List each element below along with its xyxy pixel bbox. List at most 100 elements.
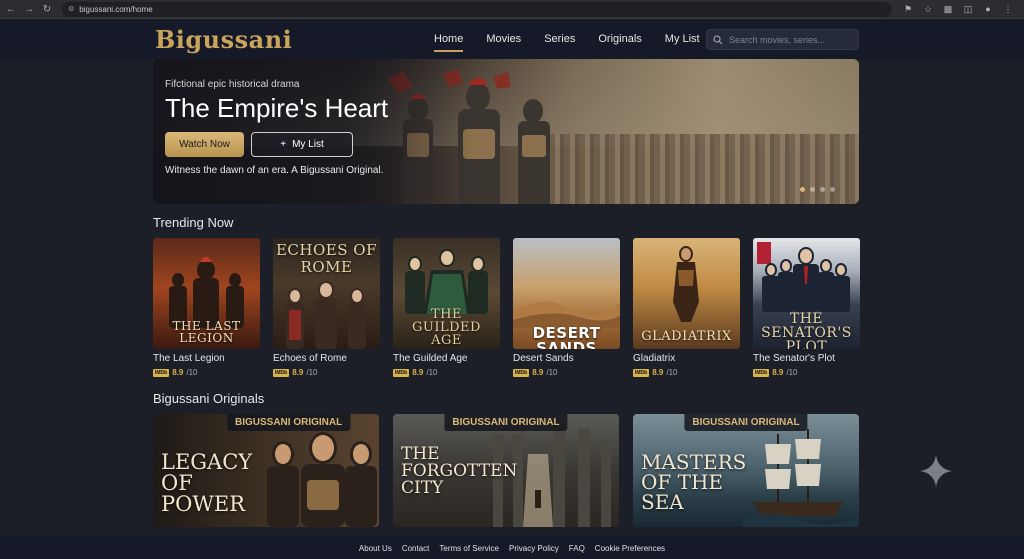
rating-score: 8.9	[292, 368, 304, 377]
watch-now-button[interactable]: Watch Now	[165, 132, 244, 157]
carousel-dot[interactable]	[800, 187, 805, 192]
movie-name[interactable]: Gladiatrix	[633, 353, 675, 364]
rating: IMDb 8.9/10	[273, 368, 317, 377]
address-bar[interactable]: ⚙ bigussani.com/home	[62, 1, 892, 17]
poster-title: THE GUILDED AGE	[412, 307, 481, 348]
hero-title: The Empire's Heart	[165, 93, 389, 123]
extensions-icon[interactable]: ▩	[942, 3, 954, 15]
hero-tagline: Witness the dawn of an era. A Bigussani …	[165, 165, 384, 176]
original-badge: BIGUSSANI ORIGINAL	[226, 414, 351, 431]
poster-art	[513, 301, 620, 328]
footer-link-cookies[interactable]: Cookie Preferences	[595, 544, 665, 553]
footer-link-privacy[interactable]: Privacy Policy	[509, 544, 559, 553]
rating-scale: /10	[426, 368, 438, 377]
original-card[interactable]: BIGUSSANI ORIGINAL LEGACY OF POWER	[153, 414, 379, 527]
movie-name[interactable]: The Senator's Plot	[753, 353, 835, 364]
hero-carousel-dots	[800, 187, 835, 192]
carousel-dot[interactable]	[810, 187, 815, 192]
poster-title: MASTERS OF THE SEA	[641, 450, 747, 514]
poster-art	[757, 242, 850, 312]
poster-art	[286, 281, 366, 349]
imdb-badge: IMDb	[153, 368, 170, 377]
original-card[interactable]: BIGUSSANI ORIGINAL THE FORGOTTEN CITY	[393, 414, 619, 527]
my-list-label: My List	[292, 139, 324, 150]
poster-title: GLADIATRIX	[641, 329, 732, 344]
poster-art	[169, 257, 244, 328]
sparkle-icon	[920, 455, 952, 487]
reload-icon[interactable]: ↻	[40, 2, 54, 16]
nav-series[interactable]: Series	[544, 33, 575, 52]
poster-title: LEGACY OF POWER	[161, 450, 253, 516]
rating-scale: /10	[786, 368, 798, 377]
rating: IMDb 8.9/10	[393, 368, 437, 377]
movie-name[interactable]: Desert Sands	[513, 353, 574, 364]
rating: IMDb 8.9/10	[153, 368, 197, 377]
imdb-badge: IMDb	[273, 368, 290, 377]
url-text: bigussani.com/home	[79, 4, 153, 14]
site-info-icon[interactable]: ⚙	[68, 5, 74, 13]
search-icon	[713, 34, 723, 44]
footer: About Us Contact Terms of Service Privac…	[0, 537, 1024, 559]
footer-link-contact[interactable]: Contact	[402, 544, 430, 553]
movie-card[interactable]: THE GUILDED AGE	[393, 238, 500, 349]
carousel-dot[interactable]	[830, 187, 835, 192]
movie-name[interactable]: The Guilded Age	[393, 353, 468, 364]
original-card[interactable]: BIGUSSANI ORIGINAL MASTERS OF THE SEA	[633, 414, 859, 527]
originals-title: Bigussani Originals	[153, 391, 265, 406]
nav-my-list[interactable]: My List	[665, 33, 700, 52]
search-box[interactable]	[706, 29, 859, 50]
logo[interactable]: Bigussani	[155, 25, 292, 54]
rating-score: 8.9	[772, 368, 784, 377]
rating-score: 8.9	[652, 368, 664, 377]
browser-toolbar: ← → ↻ ⚙ bigussani.com/home ⚑ ☆ ▩ ◫ ● ⋮	[0, 0, 1024, 19]
movie-card[interactable]: DESERT SANDS	[513, 238, 620, 349]
imdb-badge: IMDb	[633, 368, 650, 377]
movie-card[interactable]: THE LAST LEGION	[153, 238, 260, 349]
rating: IMDb 8.9/10	[513, 368, 557, 377]
poster-title: DESERT SANDS	[532, 324, 601, 350]
nav-home[interactable]: Home	[434, 33, 464, 52]
carousel-dot[interactable]	[820, 187, 825, 192]
plus-icon: +	[280, 139, 287, 150]
poster-title: ECHOES OF ROME	[275, 241, 377, 276]
back-icon[interactable]: ←	[4, 2, 18, 16]
movie-name[interactable]: The Last Legion	[153, 353, 225, 364]
imdb-badge: IMDb	[753, 368, 770, 377]
movie-card[interactable]: THE SENATOR'S PLOT	[753, 238, 860, 349]
footer-link-about[interactable]: About Us	[359, 544, 392, 553]
main-nav: Home Movies Series Originals My List	[434, 33, 723, 52]
rating-score: 8.9	[172, 368, 184, 377]
profile-icon[interactable]: ●	[982, 3, 994, 15]
rating-scale: /10	[666, 368, 678, 377]
poster-art	[405, 249, 488, 314]
hero-banner[interactable]: Fifctional epic historical drama The Emp…	[153, 59, 859, 204]
rating-scale: /10	[546, 368, 558, 377]
original-badge: BIGUSSANI ORIGINAL	[444, 414, 568, 431]
trending-title: Trending Now	[153, 215, 234, 230]
rating-score: 8.9	[412, 368, 424, 377]
movie-card[interactable]: ECHOES OF ROME	[273, 238, 380, 349]
hero-subtitle: Fifctional epic historical drama	[165, 79, 300, 90]
footer-link-terms[interactable]: Terms of Service	[439, 544, 499, 553]
imdb-badge: IMDb	[513, 368, 530, 377]
movie-name[interactable]: Echoes of Rome	[273, 353, 347, 364]
poster-title: THE LAST LEGION	[172, 319, 241, 345]
original-badge: BIGUSSANI ORIGINAL	[684, 414, 808, 431]
menu-icon[interactable]: ⋮	[1002, 3, 1014, 15]
translate-icon[interactable]: ⚑	[902, 3, 914, 15]
footer-link-faq[interactable]: FAQ	[569, 544, 585, 553]
sidebar-icon[interactable]: ◫	[962, 3, 974, 15]
rating-scale: /10	[186, 368, 198, 377]
add-to-my-list-button[interactable]: + My List	[251, 132, 353, 157]
site-header: Bigussani Home Movies Series Originals M…	[0, 19, 1024, 59]
poster-title: THE SENATOR'S PLOT	[761, 311, 852, 349]
movie-card[interactable]: GLADIATRIX	[633, 238, 740, 349]
bookmark-star-icon[interactable]: ☆	[922, 3, 934, 15]
poster-art	[673, 246, 699, 322]
forward-icon[interactable]: →	[22, 2, 36, 16]
rating: IMDb 8.9/10	[633, 368, 677, 377]
poster-title: THE FORGOTTEN CITY	[401, 444, 518, 498]
nav-originals[interactable]: Originals	[598, 33, 641, 52]
nav-movies[interactable]: Movies	[486, 33, 521, 52]
search-input[interactable]	[729, 34, 854, 45]
